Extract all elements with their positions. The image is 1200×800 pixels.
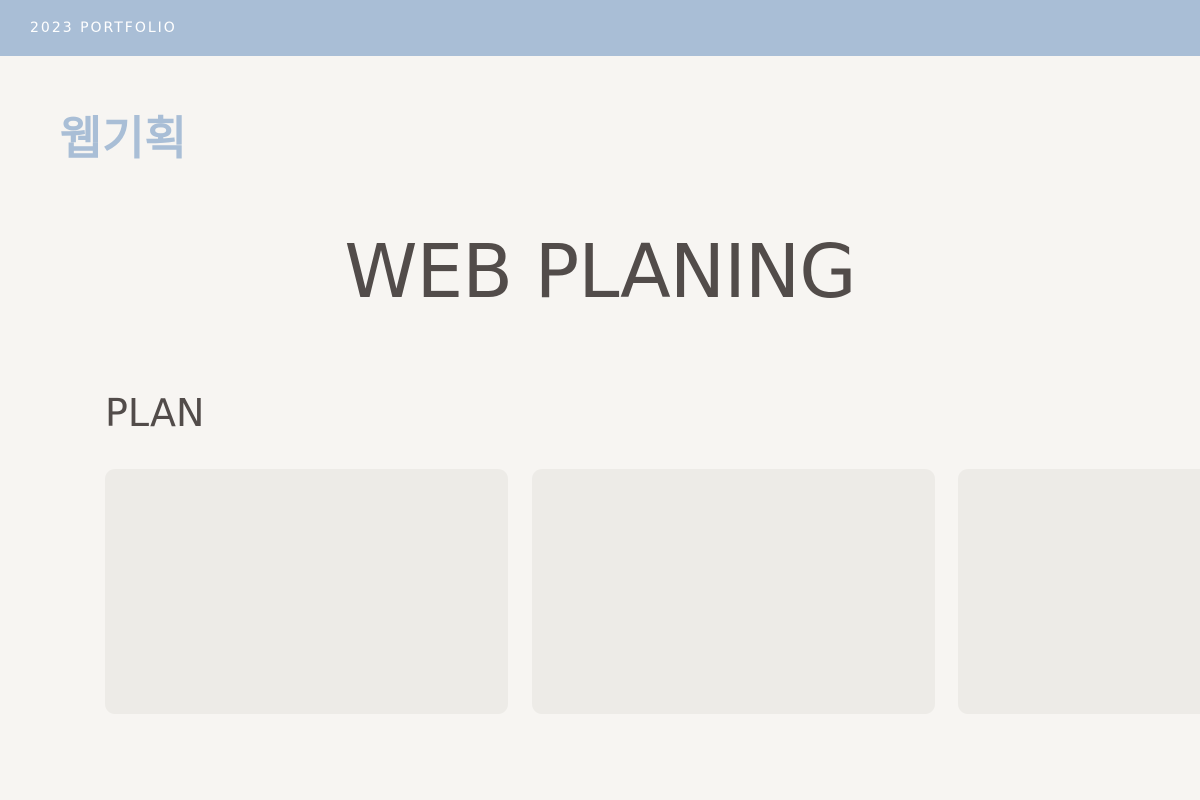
plan-cards — [0, 0, 1200, 800]
plan-card-1[interactable] — [105, 469, 508, 714]
plan-card-2[interactable] — [532, 469, 935, 714]
plan-card-3[interactable] — [958, 469, 1200, 714]
